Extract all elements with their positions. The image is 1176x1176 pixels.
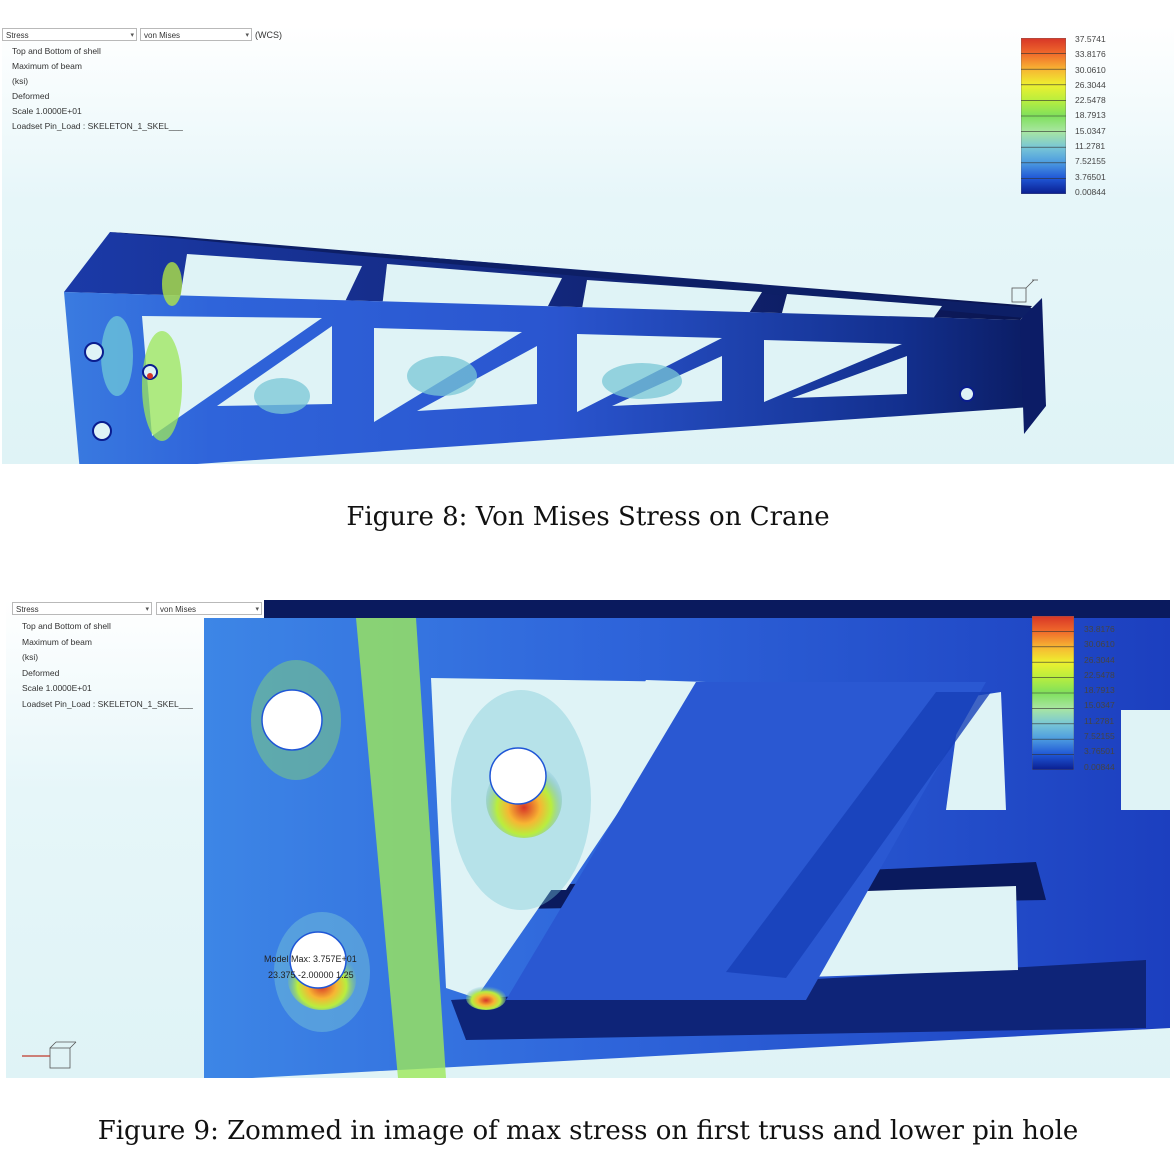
legend-tick: 0.00844 xyxy=(1084,761,1115,772)
figure-9-viewport[interactable]: Stress ▾ von Mises ▾ Top and Bottom of s… xyxy=(6,600,1170,1078)
legend-tick: 11.2781 xyxy=(1084,715,1115,726)
info-line: (ksi) xyxy=(22,652,39,662)
model-max-coords: 23.375 -2.00000 1.25 xyxy=(268,970,354,980)
component-select[interactable]: von Mises ▾ xyxy=(156,602,262,615)
info-line: Maximum of beam xyxy=(22,636,92,647)
info-line: Deformed xyxy=(22,667,60,678)
chevron-down-icon: ▾ xyxy=(145,606,149,613)
legend-tick: 33.8176 xyxy=(1084,624,1115,634)
result-type-value: Stress xyxy=(16,605,39,614)
component-value: von Mises xyxy=(160,605,197,614)
model-max-label: Model Max: 3.757E+01 xyxy=(264,954,357,964)
legend-color-bar xyxy=(1031,615,1075,771)
result-info-block: Top and Bottom of shell Maximum of beam … xyxy=(22,619,193,712)
legend-tick: 22.5478 xyxy=(1084,669,1115,680)
legend-tick: 26.3044 xyxy=(1084,654,1115,665)
info-line: Scale 1.0000E+01 xyxy=(22,683,92,693)
chevron-down-icon: ▾ xyxy=(255,606,259,613)
figure-8-viewport[interactable]: Stress ▾ von Mises ▾ (WCS) Top and Botto… xyxy=(2,26,1174,464)
legend-tick-labels: 33.8176 30.0610 26.3044 22.5478 18.7913 … xyxy=(1084,622,1115,775)
legend-tick: 18.7913 xyxy=(1084,685,1115,696)
info-line: Top and Bottom of shell xyxy=(22,621,111,631)
result-type-select[interactable]: Stress ▾ xyxy=(12,602,152,615)
legend-tick: 30.0610 xyxy=(1084,639,1115,650)
legend-tick: 7.52155 xyxy=(1084,731,1115,742)
info-line: Loadset Pin_Load : SKELETON_1_SKEL___ xyxy=(22,698,193,709)
figure-8-caption: Figure 8: Von Mises Stress on Crane xyxy=(346,502,830,532)
legend-tick: 3.76501 xyxy=(1084,746,1115,757)
legend-tick: 15.0347 xyxy=(1084,700,1115,711)
stress-legend: 33.8176 30.0610 26.3044 22.5478 18.7913 … xyxy=(1031,615,1115,775)
figure-9-caption: Figure 9: Zommed in image of max stress … xyxy=(97,1116,1079,1146)
crane-truss-model[interactable] xyxy=(2,26,1174,464)
